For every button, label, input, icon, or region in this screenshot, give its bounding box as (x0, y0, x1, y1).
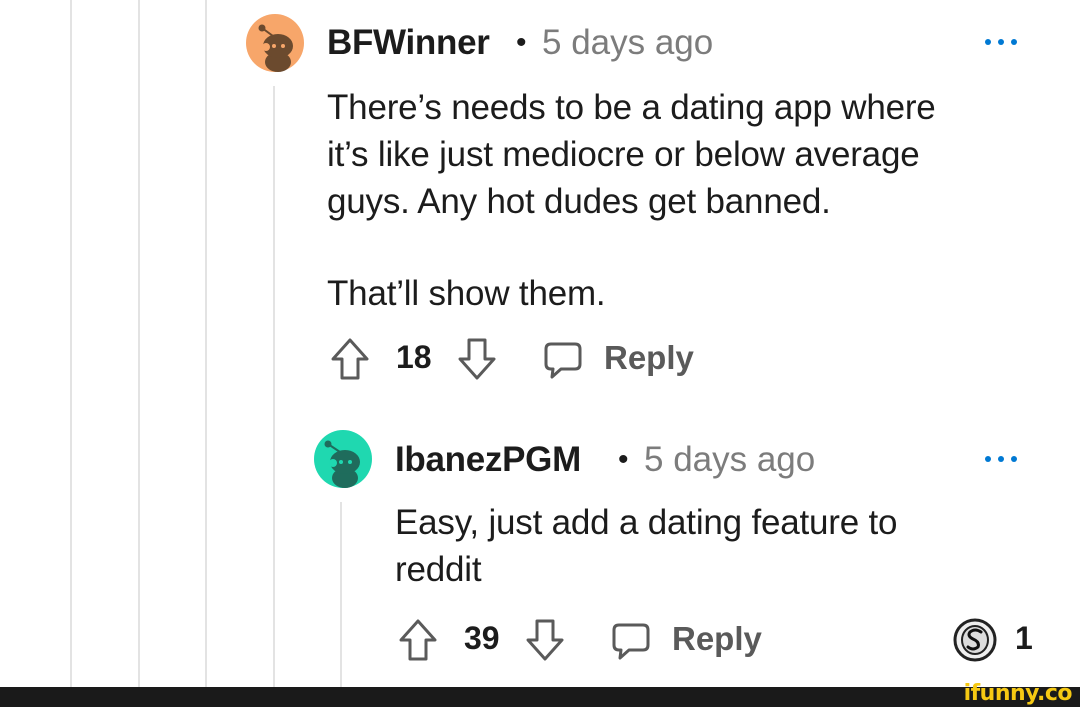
comment-body-line: guys. Any hot dudes get banned. (327, 182, 831, 221)
award-count: 1 (1015, 620, 1033, 656)
vote-count: 18 (396, 339, 432, 375)
reply-icon[interactable] (611, 621, 651, 661)
separator-dot: • (618, 443, 629, 476)
username[interactable]: BFWinner (327, 25, 490, 60)
timestamp: 5 days ago (644, 440, 816, 479)
downvote-icon[interactable] (457, 337, 497, 381)
avatar[interactable] (246, 14, 304, 72)
upvote-icon[interactable] (330, 337, 370, 381)
comment-body-line: Easy, just add a dating feature to (395, 503, 898, 542)
watermark-logo: ifunny.co (963, 681, 1073, 706)
reddit-snoo-avatar-icon (314, 430, 372, 488)
comment-body-line: reddit (395, 550, 482, 589)
more-options-icon[interactable] (983, 453, 1019, 465)
thread-line[interactable] (138, 0, 140, 687)
thread-line[interactable] (70, 0, 72, 687)
comment-body-line: There’s needs to be a dating app where (327, 88, 936, 127)
reply-button[interactable]: Reply (672, 622, 762, 655)
downvote-icon[interactable] (525, 618, 565, 662)
username[interactable]: IbanezPGM (395, 442, 581, 477)
thread-line[interactable] (273, 86, 275, 687)
timestamp: 5 days ago (542, 23, 714, 62)
vote-count: 39 (464, 620, 500, 656)
thread-line[interactable] (340, 502, 342, 687)
comment-body-line: That’ll show them. (327, 274, 606, 313)
comment-body-line: it’s like just mediocre or below average (327, 135, 920, 174)
reddit-snoo-avatar-icon (246, 14, 304, 72)
thread-line[interactable] (205, 0, 207, 687)
more-options-icon[interactable] (983, 36, 1019, 48)
reply-icon[interactable] (543, 340, 583, 380)
separator-dot: • (516, 26, 527, 59)
upvote-icon[interactable] (398, 618, 438, 662)
silver-award-icon[interactable] (952, 617, 998, 663)
reply-button[interactable]: Reply (604, 341, 694, 374)
footer-bar (0, 687, 1080, 707)
avatar[interactable] (314, 430, 372, 488)
